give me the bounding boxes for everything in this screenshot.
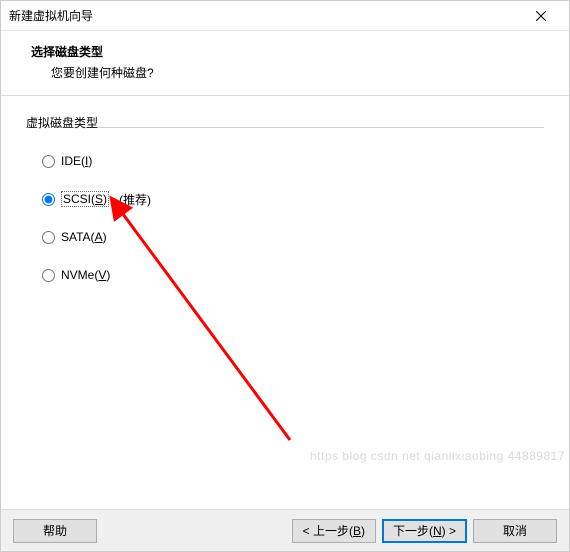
radio-option-nvme[interactable]: NVMe(V) (42, 256, 544, 294)
radio-option-ide[interactable]: IDE(I) (42, 142, 544, 180)
close-button[interactable] (521, 2, 561, 30)
close-icon (536, 11, 546, 21)
page-title: 选择磁盘类型 (31, 43, 549, 60)
radio-label-nvme[interactable]: NVMe(V) (61, 268, 110, 282)
back-button[interactable]: < 上一步(B) (292, 519, 376, 543)
radio-option-scsi[interactable]: SCSI(S) (推荐) (42, 180, 544, 218)
radio-label-sata[interactable]: SATA(A) (61, 230, 107, 244)
wizard-window: 新建虚拟机向导 选择磁盘类型 您要创建何种磁盘? 虚拟磁盘类型 IDE(I) S… (0, 0, 570, 552)
radio-input-scsi[interactable] (42, 193, 55, 206)
fieldset-divider (98, 127, 544, 128)
content-area: 虚拟磁盘类型 IDE(I) SCSI(S) (推荐) SATA(A) NVMe(… (1, 96, 569, 509)
fieldset-legend: 虚拟磁盘类型 (26, 114, 544, 131)
next-button[interactable]: 下一步(N) > (382, 519, 467, 543)
radio-input-nvme[interactable] (42, 269, 55, 282)
radio-input-sata[interactable] (42, 231, 55, 244)
titlebar: 新建虚拟机向导 (1, 1, 569, 31)
cancel-button[interactable]: 取消 (473, 519, 557, 543)
radio-input-ide[interactable] (42, 155, 55, 168)
page-subtitle: 您要创建何种磁盘? (51, 64, 549, 81)
wizard-footer: 帮助 < 上一步(B) 下一步(N) > 取消 (1, 509, 569, 551)
watermark-text: https blog csdn net qianlixiaobing 44889… (310, 449, 565, 463)
help-button[interactable]: 帮助 (13, 519, 97, 543)
radio-label-scsi[interactable]: SCSI(S) (61, 191, 109, 207)
radio-label-ide[interactable]: IDE(I) (61, 154, 92, 168)
wizard-header: 选择磁盘类型 您要创建何种磁盘? (1, 31, 569, 96)
recommend-label: (推荐) (119, 191, 151, 208)
disk-type-radio-group: IDE(I) SCSI(S) (推荐) SATA(A) NVMe(V) (42, 142, 544, 294)
window-title: 新建虚拟机向导 (9, 7, 521, 24)
radio-option-sata[interactable]: SATA(A) (42, 218, 544, 256)
